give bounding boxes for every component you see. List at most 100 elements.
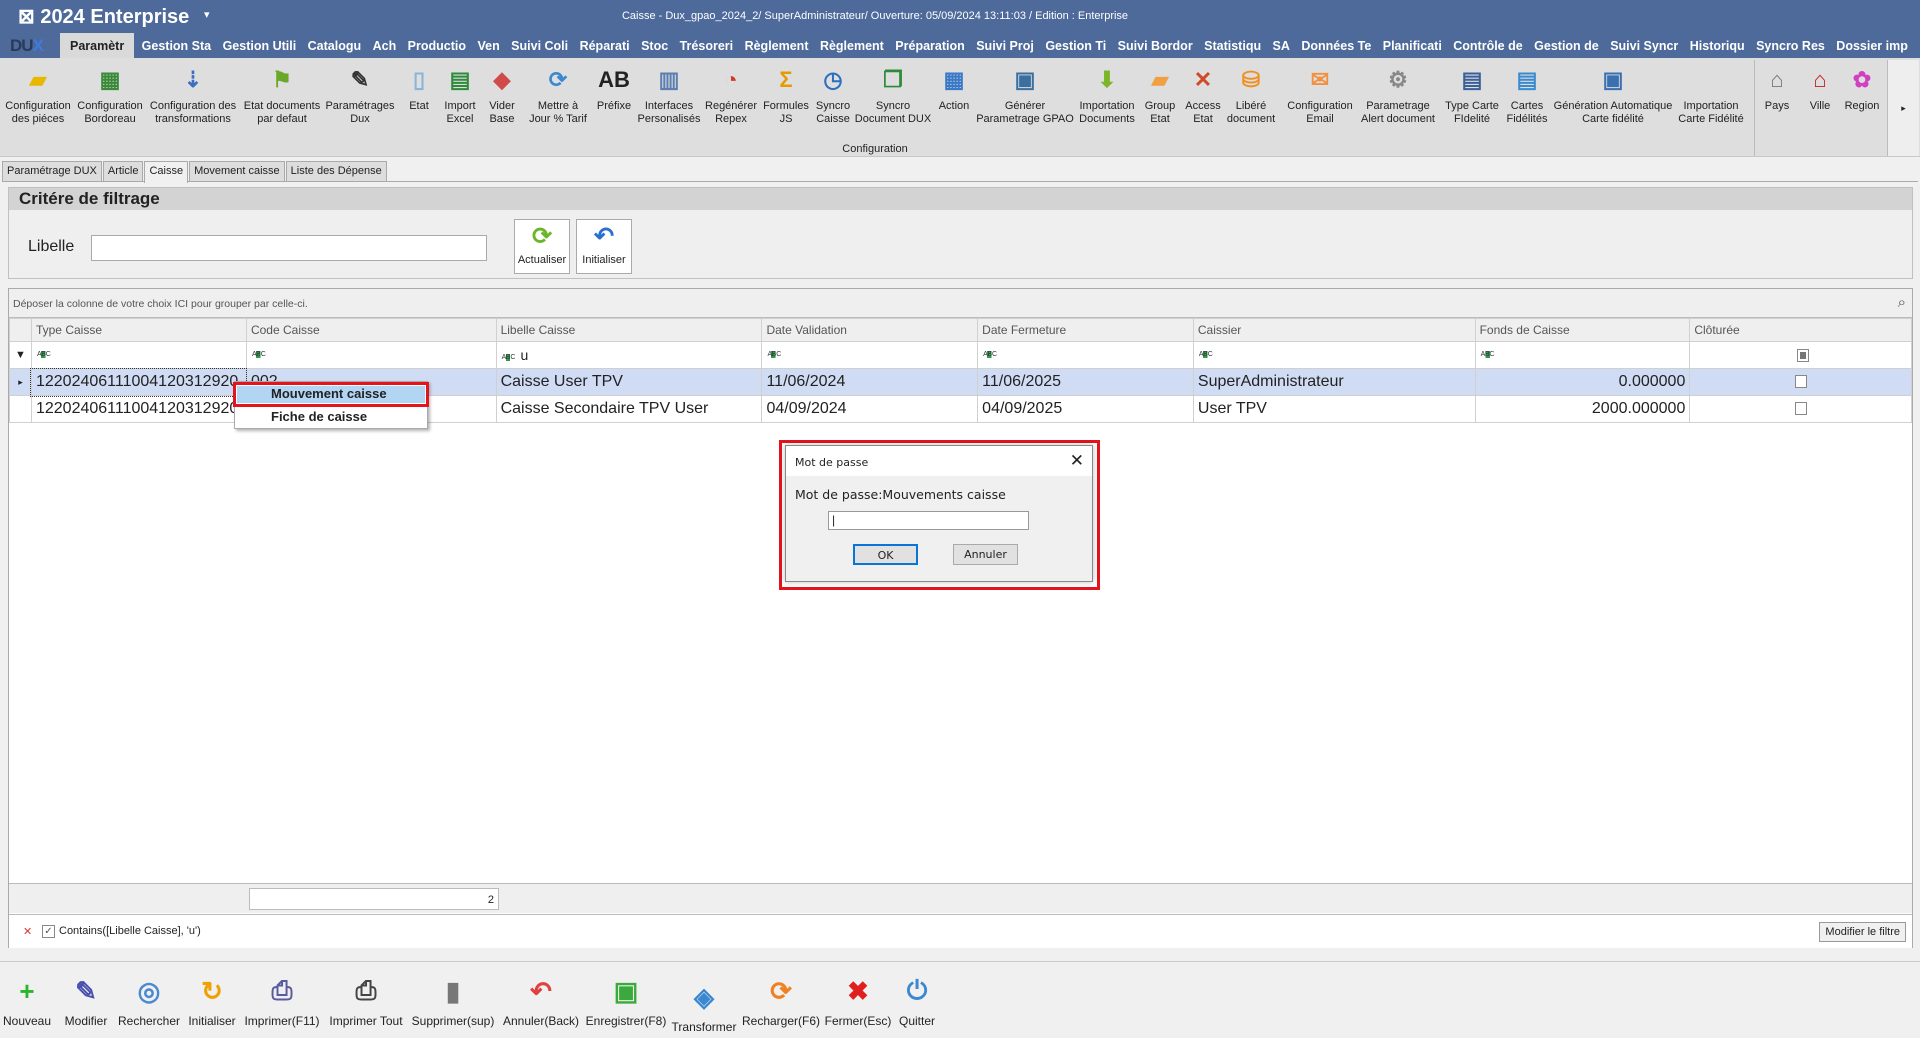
clear-filter-icon[interactable]: ✕: [23, 925, 32, 938]
menu-tab-sa[interactable]: SA: [1269, 33, 1294, 58]
ribbon-button-etat-documents-par-defaut[interactable]: ⚑ Etat documents par defaut: [244, 64, 320, 126]
ribbon-button-importation-documents[interactable]: ⬇ Importation Documents: [1079, 64, 1135, 126]
column-filter-caissier[interactable]: A B C: [1192, 341, 1476, 369]
menu-tab-ven[interactable]: Ven: [473, 33, 503, 58]
ribbon-button-etat[interactable]: ▯ Etat: [404, 64, 434, 113]
column-header-date-fermeture[interactable]: Date Fermeture: [977, 318, 1194, 342]
column-filter-cloturee[interactable]: [1689, 341, 1912, 369]
ribbon-button-prefixe[interactable]: AB Préfixe: [597, 64, 631, 113]
ribbon-button-formules-js[interactable]: Σ Formules JS: [763, 64, 809, 126]
toolbar-button-supprimer-sup[interactable]: ▮ Supprimer(sup): [412, 974, 495, 1029]
menu-tab-donnees-te[interactable]: Données Te: [1297, 33, 1375, 58]
menu-tab-productio[interactable]: Productio: [404, 33, 470, 58]
menu-tab-planificati[interactable]: Planificati: [1379, 33, 1446, 58]
cell-type[interactable]: 12202406111004120312920: [30, 367, 248, 397]
row-indicator[interactable]: ▸: [9, 368, 32, 396]
cell-libelle[interactable]: Caisse Secondaire TPV User: [495, 395, 763, 423]
cloturee-checkbox[interactable]: [1794, 402, 1807, 416]
libelle-input[interactable]: [91, 235, 487, 261]
menu-tab-catalogu[interactable]: Catalogu: [304, 33, 365, 58]
cell-date-validation[interactable]: 11/06/2024: [761, 368, 979, 396]
context-menu-item-fiche-de-caisse[interactable]: Fiche de caisse: [235, 406, 427, 428]
toolbar-button-initialiser[interactable]: ↻ Initialiser: [188, 974, 235, 1029]
ribbon-button-group-etat[interactable]: ▰ Group Etat: [1145, 64, 1176, 126]
menu-tab-suivi-proj[interactable]: Suivi Proj: [972, 33, 1038, 58]
ribbon-button-configuration-des-pieces[interactable]: ▰ Configuration des piéces: [5, 64, 70, 126]
menu-tab-dossier-imp[interactable]: Dossier imp: [1832, 33, 1912, 58]
column-header-caissier[interactable]: Caissier: [1192, 318, 1476, 342]
column-header-cloturee[interactable]: Clôturée: [1689, 318, 1912, 342]
tab-movement-caisse[interactable]: Movement caisse: [189, 161, 285, 181]
close-icon[interactable]: ✕: [1070, 451, 1084, 471]
menu-tab-parametr[interactable]: Paramètr: [60, 33, 135, 58]
menu-tab-stoc[interactable]: Stoc: [637, 33, 672, 58]
toolbar-button-imprimer-tout[interactable]: ⎙ Imprimer Tout: [329, 974, 402, 1028]
ribbon-button-regenerer-repex[interactable]: ◔ Regénérer Repex: [705, 64, 757, 126]
cell-cloturee[interactable]: [1689, 395, 1912, 423]
column-filter-code-caisse[interactable]: A B C: [245, 341, 497, 369]
cell-date-validation[interactable]: 04/09/2024: [761, 395, 979, 423]
filter-enabled-checkbox[interactable]: ✓: [42, 925, 55, 938]
toolbar-button-transformer[interactable]: ◈ Transformer: [672, 980, 737, 1035]
toolbar-button-annuler-back[interactable]: ↶ Annuler(Back): [503, 974, 579, 1029]
column-header-date-validation[interactable]: Date Validation: [761, 318, 979, 342]
cell-caissier[interactable]: User TPV: [1192, 395, 1476, 423]
ribbon-button-configuration-des-transformations[interactable]: ⇣ Configuration des transformations: [150, 64, 236, 126]
menu-tab-suivi-syncr[interactable]: Suivi Syncr: [1606, 33, 1682, 58]
ribbon-button-type-carte-fidelite[interactable]: ▤ Type Carte FIdelité: [1445, 64, 1499, 126]
ribbon-button-parametrage-alert-document[interactable]: ⚙ Parametrage Alert document: [1361, 64, 1435, 126]
menu-tab-gestion-ti[interactable]: Gestion Ti: [1041, 33, 1110, 58]
menu-tab-ach[interactable]: Ach: [369, 33, 401, 58]
menu-tab-syncro-res[interactable]: Syncro Res: [1752, 33, 1829, 58]
toolbar-button-fermer-esc[interactable]: ✖ Fermer(Esc): [825, 974, 892, 1029]
ribbon-button-import-excel[interactable]: ▤ Import Excel: [444, 64, 475, 126]
toolbar-button-imprimer-f11[interactable]: ⎙ Imprimer(F11): [244, 974, 319, 1028]
ribbon-button-parametrages-dux[interactable]: ✎ Paramétrages Dux: [325, 64, 394, 126]
cell-fonds[interactable]: 0.000000: [1474, 368, 1691, 396]
menu-tab-gestion-de[interactable]: Gestion de: [1530, 33, 1603, 58]
ribbon-button-access-etat[interactable]: ✕ Access Etat: [1185, 64, 1220, 126]
cell-caissier[interactable]: SuperAdministrateur: [1192, 368, 1476, 396]
column-filter-date-validation[interactable]: A B C: [761, 341, 979, 369]
cell-date-fermeture[interactable]: 04/09/2025: [977, 395, 1194, 423]
ribbon-button-libere-document[interactable]: ⛁ Libéré document: [1227, 64, 1275, 126]
toolbar-button-rechercher[interactable]: ◎ Rechercher: [118, 974, 180, 1029]
refresh-button[interactable]: ⟳ Actualiser: [514, 219, 570, 274]
toolbar-button-nouveau[interactable]: + Nouveau: [3, 974, 51, 1029]
menu-tab-gestion-sta[interactable]: Gestion Sta: [138, 33, 215, 58]
column-filter-type-caisse[interactable]: A B C: [30, 341, 247, 369]
cell-fonds[interactable]: 2000.000000: [1474, 395, 1691, 423]
row-indicator[interactable]: [9, 395, 32, 423]
ribbon-button-ville[interactable]: ⌂ Ville: [1805, 64, 1835, 113]
ok-button[interactable]: OK: [853, 544, 918, 565]
ribbon-button-action[interactable]: ▦ Action: [939, 64, 970, 113]
ribbon-scroll-right-button[interactable]: ▸: [1887, 60, 1919, 156]
modify-filter-button[interactable]: Modifier le filtre: [1819, 922, 1906, 942]
column-header-fonds-de-caisse[interactable]: Fonds de Caisse: [1474, 318, 1691, 342]
column-header-code-caisse[interactable]: Code Caisse: [245, 318, 497, 342]
ribbon-button-importation-carte-fidelite[interactable]: Importation Carte Fidélité: [1678, 64, 1743, 126]
password-input[interactable]: |: [828, 511, 1029, 530]
ribbon-button-interfaces-personalises[interactable]: ▥ Interfaces Personalisés: [638, 64, 701, 126]
cell-libelle[interactable]: Caisse User TPV: [495, 368, 763, 396]
toolbar-button-modifier[interactable]: ✎ Modifier: [65, 974, 108, 1029]
cloturee-filter-checkbox[interactable]: [1796, 348, 1809, 362]
tab-parametrage-dux[interactable]: Paramétrage DUX: [2, 161, 102, 181]
menu-tab-controle-de[interactable]: Contrôle de: [1449, 33, 1526, 58]
group-by-panel[interactable]: Déposer la colonne de votre choix ICI po…: [9, 289, 1912, 318]
column-filter-date-fermeture[interactable]: A B C: [977, 341, 1194, 369]
tab-caisse[interactable]: Caisse: [144, 161, 189, 183]
ribbon-button-configuration-bordoreau[interactable]: ▦ Configuration Bordoreau: [77, 64, 142, 126]
column-filter-libelle-caisse[interactable]: A B Cu: [495, 341, 763, 369]
cloturee-checkbox[interactable]: [1794, 375, 1807, 389]
reset-button[interactable]: ↶ Initialiser: [576, 219, 632, 274]
menu-tab-reglement[interactable]: Règlement: [816, 33, 888, 58]
ribbon-button-region[interactable]: ✿ Region: [1845, 64, 1880, 113]
cell-cloturee[interactable]: [1689, 368, 1912, 396]
column-header-type-caisse[interactable]: Type Caisse: [30, 318, 247, 342]
menu-tab-reparati[interactable]: Réparati: [576, 33, 634, 58]
menu-tab-gestion-utili[interactable]: Gestion Utili: [219, 33, 301, 58]
cancel-button[interactable]: Annuler: [953, 544, 1018, 565]
toolbar-button-enregistrer-f8[interactable]: ▣ Enregistrer(F8): [586, 974, 667, 1029]
toolbar-button-quitter[interactable]: ⏻ Quitter: [899, 974, 935, 1028]
